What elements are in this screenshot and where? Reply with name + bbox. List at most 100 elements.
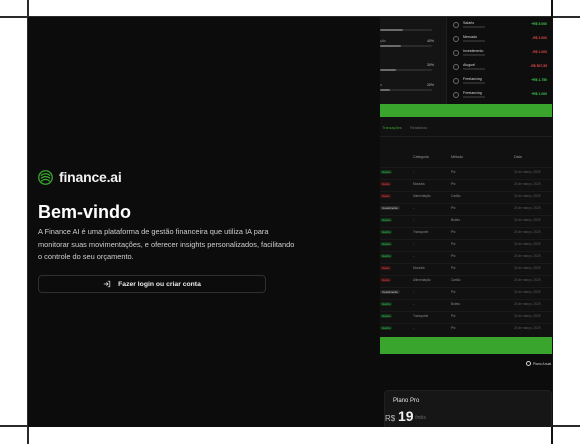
table-row: Ganho - Pix 24 de março, 2025: [380, 323, 552, 333]
transaction-type-badge: Gasto: [380, 278, 392, 282]
transaction-date: 24 de março, 2025: [514, 302, 541, 306]
table-row: Ganho Transporte Pix 24 de março, 2025: [380, 227, 552, 237]
transaction-method: Pix: [451, 242, 456, 246]
transaction-date: 24 de março, 2025: [514, 278, 541, 282]
transaction-name: Mercado: [463, 35, 477, 39]
transaction-type-badge: Gasto: [380, 182, 392, 186]
toggle-icon: [526, 361, 531, 366]
category-bar-label: ção: [380, 39, 386, 43]
transaction-date: 24 de março, 2025: [514, 194, 541, 198]
transaction-amount: -R$ 1.000: [532, 50, 547, 54]
transaction-type-badge: Ganho: [380, 218, 393, 222]
transaction-type-badge: Ganho: [380, 314, 393, 318]
transaction-method: Pix: [451, 326, 456, 330]
transaction-category: Transporte: [413, 230, 429, 234]
transaction-method: Cartão: [451, 194, 461, 198]
transaction-type-badge: Ganho: [380, 230, 393, 234]
plan-name: Plano Pro: [393, 398, 420, 404]
transaction-amount: +R$ 1.000: [531, 92, 547, 96]
table-row: Ganho - Pix 24 de março, 2025: [380, 239, 552, 249]
transaction-date: 24 de março, 2025: [514, 266, 541, 270]
transaction-category: Moradia: [413, 266, 425, 270]
transaction-date: 24 de março, 2025: [514, 290, 541, 294]
category-bar-track: [380, 89, 432, 91]
plan-currency: R$: [385, 414, 396, 423]
table-row: Ganho - Pix 24 de março, 2025: [380, 251, 552, 261]
transaction-type-badge: Investimento: [380, 206, 400, 210]
table-row: Gasto Alimentação Cartão 24 de março, 2025: [380, 191, 552, 201]
finance-ai-logo-icon: [38, 169, 53, 185]
category-bar-percent: 40%: [426, 39, 434, 43]
plan-period: /mês: [415, 415, 426, 421]
transaction-method: Pix: [451, 254, 456, 258]
transaction-type-badge: Ganho: [380, 242, 393, 246]
dashboard-preview: ção 40% 30% o 20% Salário +R$ 5.000 Mercado -R$…: [380, 17, 552, 427]
category-bar-row: o 20%: [380, 83, 436, 93]
page-title: Bem-vindo: [38, 202, 132, 222]
tab-transactions[interactable]: Transações: [382, 126, 402, 130]
transaction-category: Transporte: [413, 314, 429, 318]
column-category: Categoria: [413, 155, 429, 159]
category-bar-percent: 30%: [426, 63, 434, 67]
transaction-name: Salário: [463, 21, 475, 25]
transaction-method: Pix: [451, 206, 456, 210]
transaction-item: Investimento -R$ 1.000: [453, 49, 547, 61]
category-bar-row: ção 40%: [380, 39, 436, 49]
category-bar-row: 30%: [380, 63, 436, 73]
transaction-amount: -R$ 507,55: [530, 64, 547, 68]
table-row: Gasto Alimentação Cartão 24 de março, 2025: [380, 275, 552, 285]
transaction-method: Boleto: [451, 302, 461, 306]
category-bar-row: [380, 23, 436, 33]
transaction-category: -: [413, 290, 415, 294]
brand: finance.ai: [38, 169, 122, 185]
login-panel: finance.ai Bem-vindo A Finance AI é uma …: [28, 17, 380, 427]
transaction-name: Freelancing: [463, 77, 482, 81]
login-button-label: Fazer login ou criar conta: [118, 280, 201, 288]
login-button[interactable]: Fazer login ou criar conta: [38, 275, 266, 293]
tab-reports[interactable]: Relatórios: [410, 126, 427, 130]
category-spend-list: ção 40% 30% o 20%: [380, 17, 436, 104]
category-bar-track: [380, 69, 432, 71]
category-bar-track: [380, 29, 432, 31]
transaction-method: Pix: [451, 230, 456, 234]
transaction-subtitle-placeholder: [463, 40, 485, 42]
tabs-divider: [380, 136, 552, 137]
transaction-category: -: [413, 302, 415, 306]
plan-card: Plano Pro R$ 19 /mês: [384, 390, 552, 427]
table-row: Ganho Transporte Pix 24 de março, 2025: [380, 311, 552, 321]
transaction-date: 24 de março, 2025: [514, 206, 541, 210]
billing-toggle-label: Plano Anual: [533, 361, 552, 366]
transaction-item: Freelancing +R$ 1.000: [453, 91, 547, 103]
column-method: Método: [451, 155, 463, 159]
transaction-subtitle-placeholder: [463, 82, 485, 84]
transaction-icon: [453, 92, 459, 98]
transaction-icon: [453, 50, 459, 56]
transaction-type-badge: Gasto: [380, 266, 392, 270]
billing-toggle: Plano Anual: [526, 361, 551, 366]
category-bar-fill: [380, 45, 401, 47]
transaction-date: 24 de março, 2025: [514, 326, 541, 330]
table-header: Categoria Método Data: [380, 155, 552, 163]
transaction-date: 24 de março, 2025: [514, 230, 541, 234]
transaction-icon: [453, 22, 459, 28]
transaction-date: 24 de março, 2025: [514, 170, 541, 174]
transaction-date: 24 de março, 2025: [514, 254, 541, 258]
transaction-item: Freelancing +R$ 1.750: [453, 77, 547, 89]
transaction-method: Pix: [451, 266, 456, 270]
transaction-date: 24 de março, 2025: [514, 218, 541, 222]
transaction-category: -: [413, 170, 415, 174]
transaction-amount: +R$ 1.750: [531, 78, 547, 82]
transaction-item: Mercado -R$ 2.000: [453, 35, 547, 47]
category-bar-fill: [380, 29, 404, 31]
transaction-name: Investimento: [463, 49, 484, 53]
category-bar-fill: [380, 89, 391, 91]
category-bar-percent: 20%: [426, 83, 434, 87]
transaction-method: Cartão: [451, 278, 461, 282]
transaction-type-badge: Ganho: [380, 170, 393, 174]
category-bar-label: o: [380, 83, 382, 87]
transaction-category: -: [413, 242, 415, 246]
transaction-date: 24 de março, 2025: [514, 242, 541, 246]
table-row: Gasto Moradia Pix 24 de março, 2025: [380, 179, 552, 189]
transaction-icon: [453, 64, 459, 70]
transaction-category: -: [413, 218, 415, 222]
